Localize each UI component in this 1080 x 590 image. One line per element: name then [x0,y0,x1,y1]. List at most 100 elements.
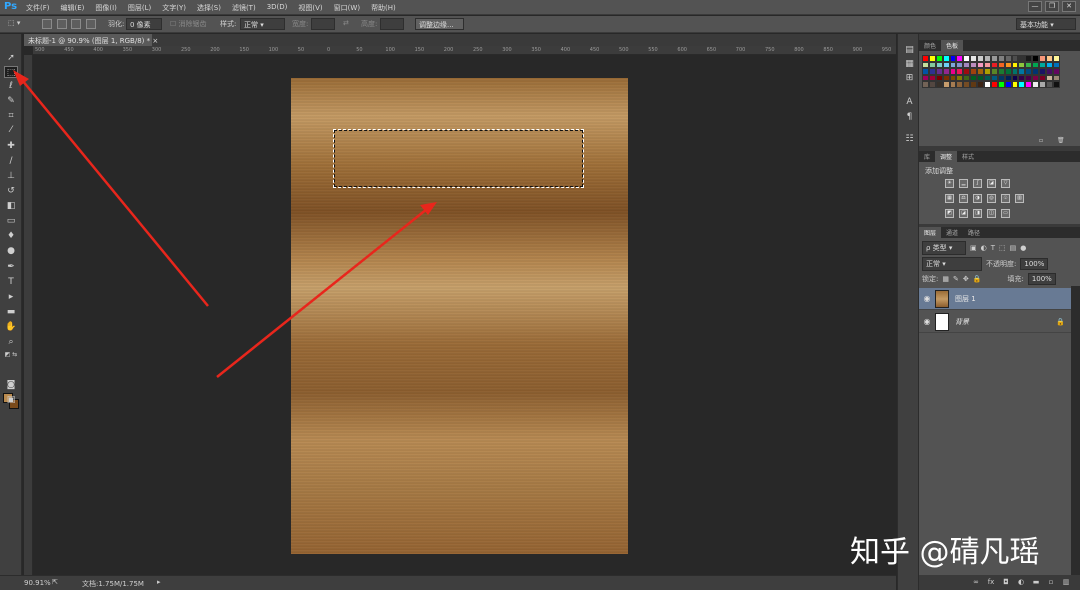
visibility-eye-icon[interactable]: ◉ [919,317,935,326]
menu-help[interactable]: 帮助(H) [371,3,396,13]
color-swatch[interactable] [1052,81,1060,88]
antialias-checkbox[interactable]: ☐ 消除锯齿 [170,19,207,29]
dodge-tool-icon[interactable]: ● [4,245,18,257]
color-swatch[interactable] [1046,81,1053,88]
new-layer-icon[interactable]: ▫ [1047,578,1055,586]
color-swatch[interactable] [956,81,964,88]
marquee-preset-icon[interactable]: ⬚ ▾ [8,19,20,27]
gradient-map-icon[interactable]: ▭ [1001,209,1010,218]
posterize-icon[interactable]: ◪ [959,209,968,218]
menu-3d[interactable]: 3D(D) [267,3,288,13]
color-swatch[interactable] [1032,81,1040,88]
history-brush-tool-icon[interactable]: ↺ [4,185,18,197]
photo-filter-icon[interactable]: ◎ [987,194,996,203]
lock-all-icon[interactable]: 🔒 [973,275,982,283]
layer-mask-icon[interactable]: ◘ [1002,578,1010,586]
tab-adjustments[interactable]: 调整 [935,151,958,162]
brightness-icon[interactable]: ☀ [945,179,954,188]
filter-pixel-icon[interactable]: ▣ [970,244,977,252]
character-panel-icon[interactable]: A [903,96,916,108]
filter-smart-icon[interactable]: ▤ [1010,244,1017,252]
tab-channels[interactable]: 通道 [941,227,963,238]
vibrance-icon[interactable]: ▽ [1001,179,1010,188]
invert-icon[interactable]: ◩ [945,209,954,218]
color-swatch[interactable] [949,81,957,88]
exposure-icon[interactable]: ◪ [987,179,996,188]
channel-mixer-icon[interactable]: ♧ [1001,194,1010,203]
lock-paint-icon[interactable]: ✎ [953,275,959,283]
refine-edge-button[interactable]: 调整边缘... [415,18,464,30]
color-swatch[interactable] [977,81,985,88]
menu-type[interactable]: 文字(Y) [162,3,186,13]
color-balance-icon[interactable]: ⚖ [959,194,968,203]
properties-icon[interactable]: ⊞ [903,72,916,84]
path-selection-tool-icon[interactable]: ▸ [4,291,18,303]
tab-styles[interactable]: 样式 [957,151,979,162]
lock-transparent-icon[interactable]: ▦ [942,275,949,283]
layer-filter-select[interactable]: ρ 类型 ▾ [922,241,966,255]
clone-stamp-tool-icon[interactable]: ⊥ [4,170,18,182]
visibility-eye-icon[interactable]: ◉ [919,294,935,303]
new-swatch-icon[interactable]: ▫ [1039,137,1043,144]
add-selection-icon[interactable] [57,19,67,29]
feather-input[interactable]: 0 像素 [126,18,162,30]
color-swatch[interactable] [928,81,936,88]
delete-swatch-icon[interactable]: 🗑 [1057,137,1065,144]
hue-saturation-icon[interactable]: ▦ [945,194,954,203]
menu-edit[interactable]: 编辑(E) [61,3,85,13]
menu-layer[interactable]: 图层(L) [128,3,151,13]
marquee-selection[interactable] [333,129,584,188]
layer-row-background[interactable]: ◉ 背景 🔒 [919,311,1071,333]
color-swatch[interactable] [942,81,950,88]
menu-file[interactable]: 文件(F) [26,3,50,13]
rectangle-tool-icon[interactable]: ▬ [4,306,18,318]
color-swatch[interactable] [990,81,998,88]
filter-shape-icon[interactable]: ⬚ [999,244,1006,252]
tab-libraries[interactable]: 库 [919,151,935,162]
layer-comps-icon[interactable]: ▦ [903,58,916,70]
levels-icon[interactable]: ▁ [959,179,968,188]
curves-icon[interactable]: ∫ [973,179,982,188]
zoom-tool-icon[interactable]: ⌕ [4,336,18,348]
color-swatch[interactable] [997,81,1005,88]
color-lookup-icon[interactable]: ▥ [1015,194,1024,203]
menu-view[interactable]: 视图(V) [298,3,322,13]
style-select[interactable]: 正常 ▾ [240,18,285,30]
brush-tool-icon[interactable]: ∕ [4,155,18,167]
layers-scrollbar[interactable] [1071,286,1080,575]
document-tab[interactable]: 未标题-1 @ 90.9% (图层 1, RGB/8) * × [24,34,158,46]
delete-layer-icon[interactable]: ▥ [1062,578,1070,586]
status-menu-arrow-icon[interactable]: ▸ [157,578,161,586]
quick-selection-tool-icon[interactable]: ✎ [4,95,18,107]
tab-color[interactable]: 颜色 [919,40,941,51]
tab-swatches[interactable]: 色板 [941,40,964,51]
blend-mode-select[interactable]: 正常 ▾ [922,257,982,271]
filter-toggle-icon[interactable]: ● [1020,244,1026,252]
brush-presets-icon[interactable]: ☷ [903,133,916,145]
blur-tool-icon[interactable]: ♦ [4,230,18,242]
color-swatch[interactable] [1011,81,1019,88]
menu-select[interactable]: 选择(S) [197,3,221,13]
fill-input[interactable]: 100% [1027,273,1056,285]
screen-mode-icon[interactable]: ▣ [4,394,18,406]
hand-tool-icon[interactable]: ✋ [4,321,18,333]
workspace-select[interactable]: 基本功能 ▾ [1016,18,1076,30]
height-input[interactable] [380,18,404,30]
swap-icon[interactable]: ⇄ [343,19,349,27]
lock-move-icon[interactable]: ✥ [963,275,969,283]
minimize-icon[interactable]: — [1028,1,1042,12]
menu-image[interactable]: 图像(I) [95,3,117,13]
paragraph-panel-icon[interactable]: ¶ [903,111,916,123]
pen-tool-icon[interactable]: ✒ [4,261,18,273]
lasso-tool-icon[interactable]: ℓ [4,80,18,92]
menu-filter[interactable]: 滤镜(T) [232,3,256,13]
black-white-icon[interactable]: ◑ [973,194,982,203]
link-layers-icon[interactable]: ∞ [972,578,980,586]
threshold-icon[interactable]: ◨ [973,209,982,218]
width-input[interactable] [311,18,335,30]
quick-mask-icon[interactable]: ◙ [4,379,18,391]
eraser-tool-icon[interactable]: ◧ [4,200,18,212]
filter-type-icon[interactable]: T [991,244,995,252]
intersect-selection-icon[interactable] [86,19,96,29]
eyedropper-tool-icon[interactable]: ⁄ [4,124,18,136]
